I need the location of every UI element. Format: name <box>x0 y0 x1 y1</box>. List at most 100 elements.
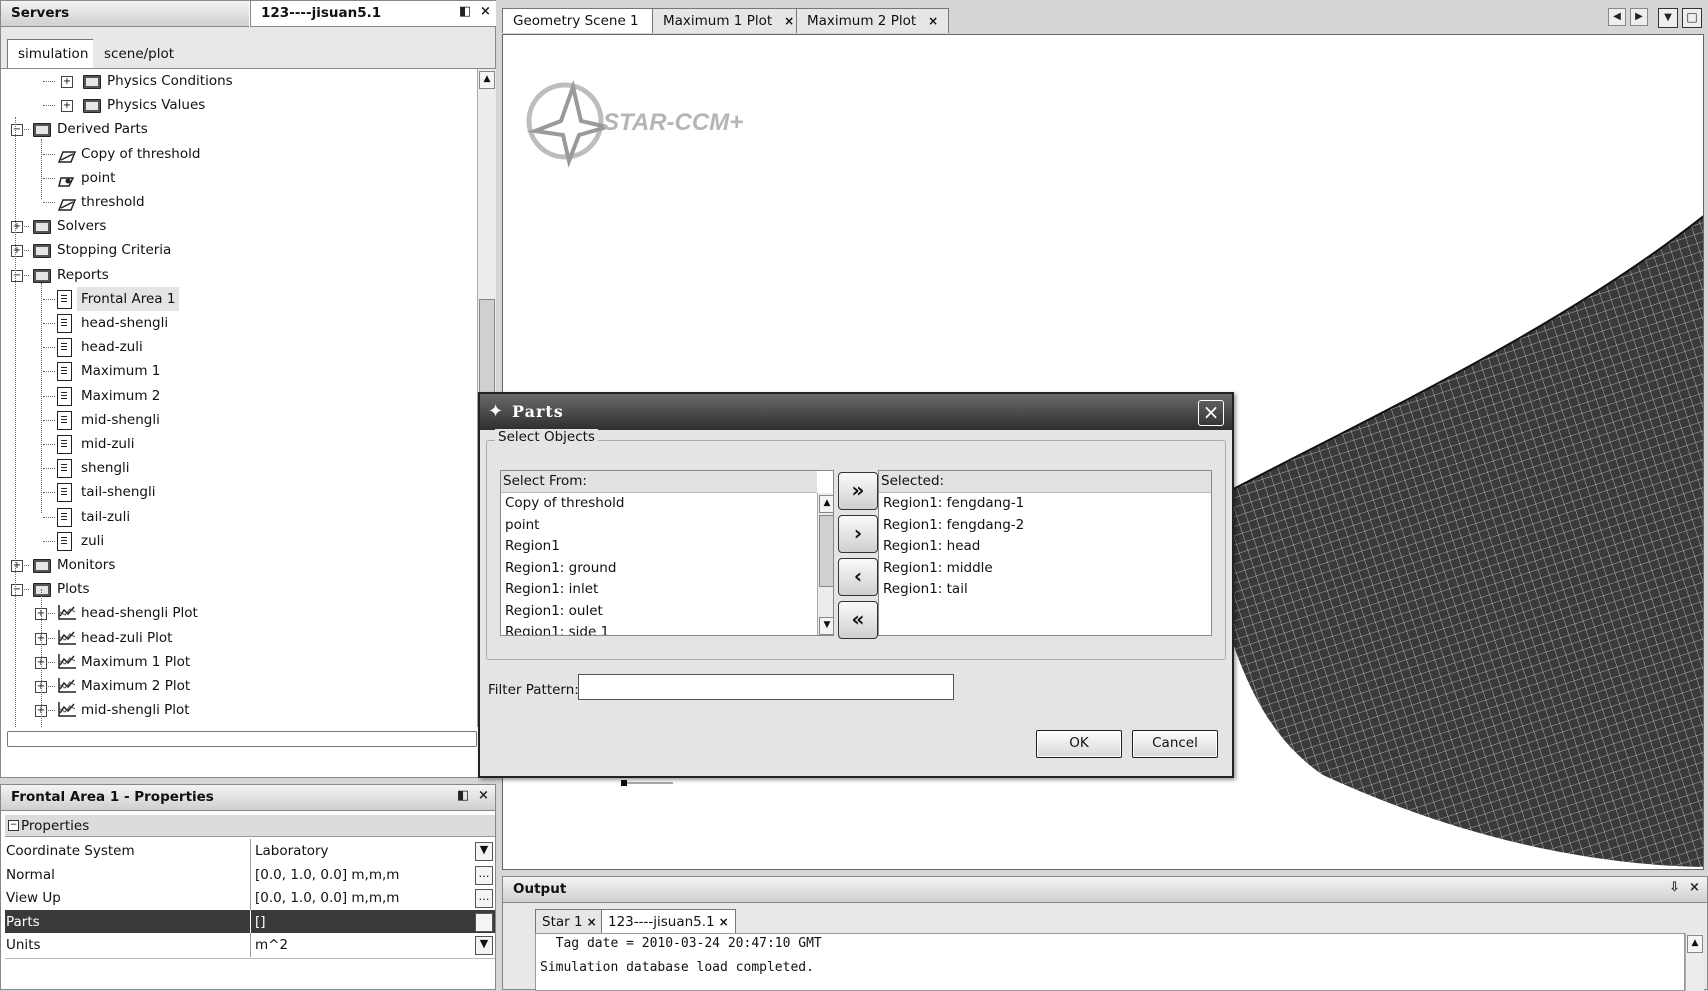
dialog-titlebar[interactable]: ✦ Parts × <box>480 394 1232 430</box>
close-icon[interactable]: × <box>719 915 729 929</box>
expand-icon[interactable]: + <box>11 245 23 258</box>
ellipsis-button[interactable]: … <box>475 912 493 932</box>
tree-item[interactable]: tail-shengli <box>1 480 471 504</box>
chevron-down-icon[interactable]: ▼ <box>475 936 493 955</box>
property-value[interactable]: m^2 <box>255 933 288 958</box>
tree-item[interactable]: Frontal Area 1 <box>1 286 471 311</box>
tree-item[interactable]: Copy of threshold <box>1 142 471 166</box>
expand-icon[interactable]: + <box>61 76 73 88</box>
session-tab[interactable]: 123----jisuan5.1 ◧ × <box>250 1 496 27</box>
ellipsis-button[interactable]: … <box>475 865 493 885</box>
select-from-item[interactable]: Copy of threshold <box>505 493 624 514</box>
expand-icon[interactable]: + <box>11 560 23 572</box>
add-all-button[interactable]: » <box>838 472 878 510</box>
remove-button[interactable]: ‹ <box>838 558 878 596</box>
tree-item[interactable]: mid-zuli <box>1 432 471 456</box>
selected-item[interactable]: Region1: fengdang-2 <box>883 515 1024 536</box>
filter-pattern-input[interactable] <box>578 674 954 700</box>
select-from-item[interactable]: Region1 <box>505 536 560 557</box>
output-scrollbar[interactable]: ▲ <box>1685 933 1704 991</box>
property-row[interactable]: Coordinate System Laboratory ▼ <box>5 839 495 865</box>
tree-item[interactable]: + Maximum 1 Plot <box>1 650 471 674</box>
collapse-icon[interactable]: − <box>8 820 19 831</box>
property-value[interactable]: [0.0, 1.0, 0.0] m,m,m <box>255 886 399 911</box>
tree-item[interactable]: + mid-shengli Plot <box>1 698 471 722</box>
tree-item[interactable]: + Physics Values <box>1 93 471 117</box>
selected-item[interactable]: Region1: head <box>883 536 980 557</box>
property-value[interactable]: [] <box>255 910 266 935</box>
property-value[interactable]: [0.0, 1.0, 0.0] m,m,m <box>255 863 399 888</box>
tree-item[interactable]: zuli <box>1 529 471 553</box>
close-icon[interactable]: × <box>784 14 794 28</box>
selected-item[interactable]: Region1: middle <box>883 558 993 579</box>
property-row[interactable]: View Up [0.0, 1.0, 0.0] m,m,m… <box>5 886 495 912</box>
tree-item[interactable]: + Monitors <box>1 553 471 577</box>
tab-editor[interactable]: Maximum 1 Plot × <box>652 8 806 33</box>
tab-editor[interactable]: Maximum 2 Plot × <box>796 8 950 33</box>
scroll-down-icon[interactable]: ▼ <box>819 617 833 635</box>
chevron-down-icon[interactable]: ▼ <box>475 842 493 861</box>
tree-item[interactable]: point <box>1 166 471 190</box>
close-icon[interactable]: × <box>478 788 489 803</box>
tree-item[interactable]: + Physics Conditions <box>1 69 471 93</box>
close-icon[interactable]: × <box>1198 400 1224 426</box>
ellipsis-button[interactable]: … <box>475 889 493 908</box>
scroll-left-icon[interactable]: ◀ <box>1608 8 1626 26</box>
tree-item[interactable]: threshold <box>1 190 471 214</box>
scroll-thumb[interactable] <box>819 515 833 587</box>
tree-item[interactable]: Maximum 1 <box>1 359 471 383</box>
tree-item[interactable]: + Stopping Criteria <box>1 238 471 262</box>
remove-all-button[interactable]: « <box>838 601 878 639</box>
add-button[interactable]: › <box>838 515 878 553</box>
tab-output[interactable]: Star 1 × <box>535 909 604 934</box>
close-icon[interactable]: × <box>587 915 597 929</box>
tab-list-icon[interactable]: ▼ <box>1658 8 1678 28</box>
minimize-icon[interactable]: ⇩ <box>1669 880 1680 895</box>
tree-item[interactable]: + Maximum 2 Plot <box>1 674 471 698</box>
maximize-icon[interactable]: □ <box>1682 8 1702 28</box>
tab-output[interactable]: 123----jisuan5.1 × <box>601 909 736 934</box>
tree-item[interactable]: tail-zuli <box>1 505 471 529</box>
collapse-icon[interactable]: − <box>11 124 23 137</box>
select-from-item[interactable]: Region1: side 1 <box>505 622 609 635</box>
tree-item[interactable]: Maximum 2 <box>1 384 471 408</box>
selected-item[interactable]: Region1: fengdang-1 <box>883 493 1024 514</box>
close-icon[interactable]: × <box>1689 880 1700 895</box>
tree-item[interactable]: − Plots <box>1 577 471 601</box>
select-from-item[interactable]: point <box>505 515 539 536</box>
scroll-up-icon[interactable]: ▲ <box>479 71 495 89</box>
close-icon[interactable]: × <box>928 14 938 28</box>
close-icon[interactable]: × <box>480 4 491 19</box>
expand-icon[interactable]: + <box>61 100 73 113</box>
cancel-button[interactable]: Cancel <box>1132 730 1218 758</box>
tree-item[interactable]: + head-zuli Plot <box>1 626 471 650</box>
tree-item[interactable]: head-shengli <box>1 311 471 335</box>
tree-horizontal-scrollbar[interactable] <box>7 731 477 747</box>
tab-simulation[interactable]: simulation <box>7 39 100 68</box>
property-row[interactable]: Normal [0.0, 1.0, 0.0] m,m,m… <box>5 862 495 889</box>
properties-section-header[interactable]: − Properties <box>5 815 495 837</box>
tree-item[interactable]: + Solvers <box>1 214 471 238</box>
scroll-up-icon[interactable]: ▲ <box>1687 935 1703 953</box>
tree-item[interactable]: shengli <box>1 456 471 480</box>
tree-item[interactable]: + head-shengli Plot <box>1 601 471 625</box>
property-value[interactable]: Laboratory <box>255 839 329 864</box>
property-row[interactable]: Units m^2 ▼ <box>5 933 495 959</box>
select-from-scrollbar[interactable]: ▲ ▼ <box>817 493 833 635</box>
select-from-list[interactable]: Select From: Copy of threshold point Regio… <box>500 470 834 636</box>
select-from-item[interactable]: Region1: oulet <box>505 601 603 622</box>
tree-item[interactable]: − Reports <box>1 263 471 287</box>
tab-editor[interactable]: Geometry Scene 1× <box>502 8 672 33</box>
tree-item[interactable]: head-zuli <box>1 335 471 359</box>
scroll-up-icon[interactable]: ▲ <box>819 495 833 513</box>
tab-scene-plot[interactable]: scene/plot <box>93 39 186 68</box>
scroll-right-icon[interactable]: ▶ <box>1630 8 1648 26</box>
output-console[interactable]: Tag date = 2010-03-24 20:47:10 GMT Simul… <box>535 933 1685 991</box>
select-from-item[interactable]: Region1: ground <box>505 558 616 579</box>
property-row[interactable]: Parts[]… <box>5 909 495 936</box>
minimize-icon[interactable]: ◧ <box>457 788 469 803</box>
tree-item[interactable]: mid-shengli <box>1 408 471 432</box>
tree-item[interactable]: − Derived Parts <box>1 117 471 141</box>
collapse-icon[interactable]: − <box>11 584 23 597</box>
expand-icon[interactable]: + <box>11 221 23 234</box>
